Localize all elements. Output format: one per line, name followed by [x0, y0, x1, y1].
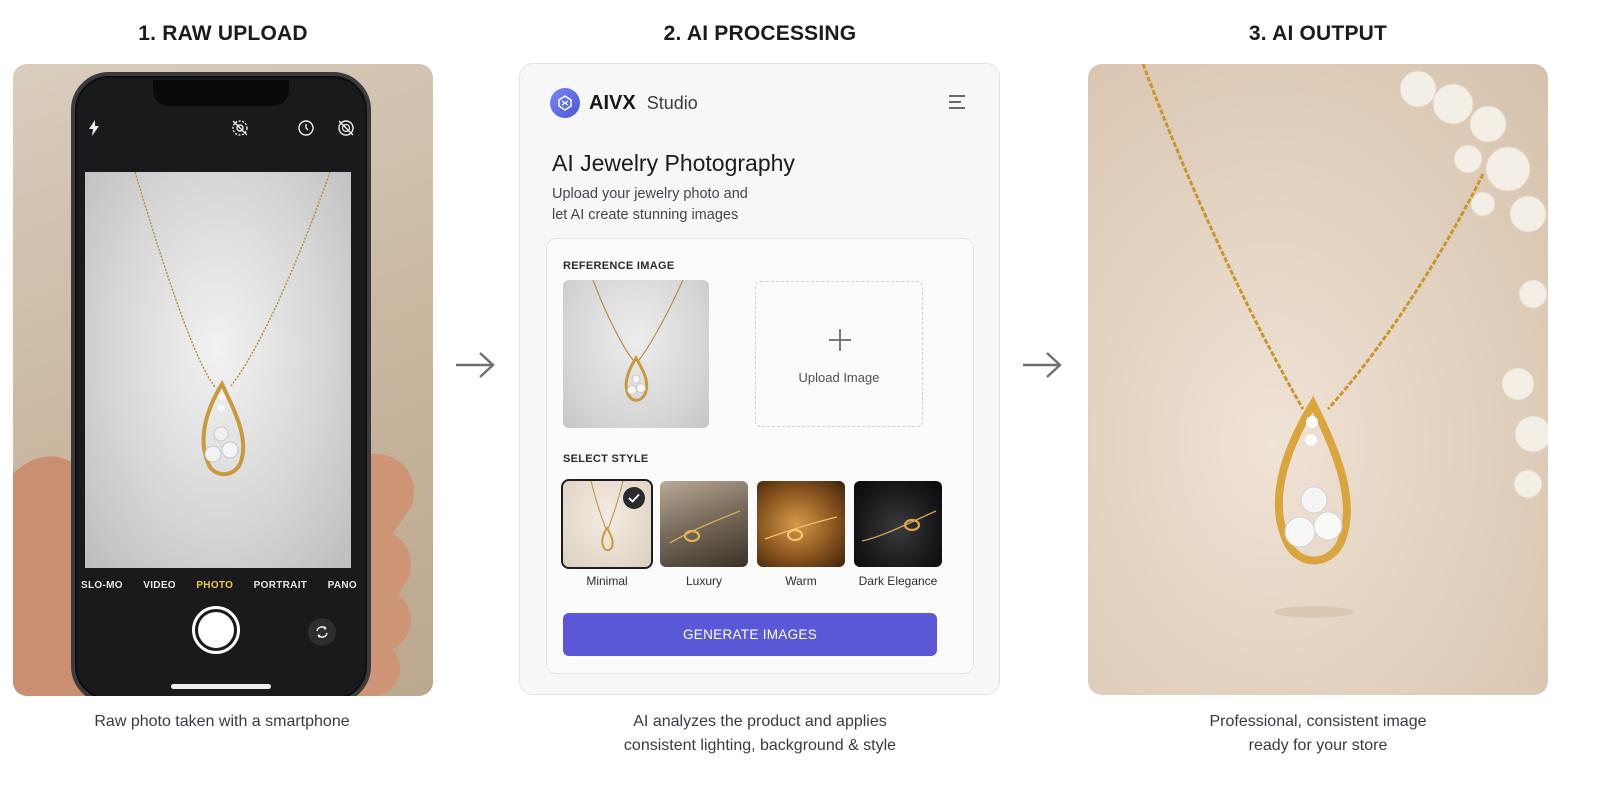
app-subtitle: Upload your jewelry photo and let AI cre…	[552, 184, 748, 226]
home-indicator	[171, 684, 271, 689]
flowers-decoration	[1399, 70, 1548, 499]
step-3-caption-line-2: ready for your store	[1248, 737, 1388, 754]
brand-sub: Studio	[646, 92, 698, 113]
plus-icon	[829, 329, 851, 351]
step-3-caption: Professional, consistent image ready for…	[1098, 710, 1538, 758]
arrow-right-icon	[456, 352, 495, 378]
reference-image-label: REFERENCE IMAGE	[563, 260, 675, 272]
style-thumb-warm	[757, 481, 845, 567]
step-3-caption-line-1: Professional, consistent image	[1209, 713, 1427, 730]
aivx-logo-icon	[550, 88, 580, 118]
phone-notch	[153, 80, 289, 106]
step-2-caption-line-1: AI analyzes the product and applies	[633, 713, 887, 730]
step-1-caption: Raw photo taken with a smartphone	[2, 710, 442, 734]
style-option-minimal[interactable]: Minimal	[561, 479, 653, 588]
mode-photo[interactable]: PHOTO	[196, 580, 233, 591]
style-options: Minimal Luxury Warm Dark Elegance	[561, 479, 942, 588]
upload-card: REFERENCE IMAGE Upload Image SELECT STYL…	[546, 238, 974, 674]
menu-icon[interactable]	[948, 94, 966, 110]
style-option-warm[interactable]: Warm	[757, 481, 845, 588]
reference-image-thumbnail[interactable]	[563, 280, 709, 428]
flip-camera-icon[interactable]	[308, 618, 336, 646]
app-title: AI Jewelry Photography	[552, 150, 795, 176]
step-2-caption: AI analyzes the product and applies cons…	[540, 710, 980, 758]
style-thumb-luxury	[660, 481, 748, 567]
mode-video[interactable]: VIDEO	[143, 580, 176, 591]
upload-image-label: Upload Image	[798, 370, 880, 385]
style-option-luxury[interactable]: Luxury	[660, 481, 748, 588]
workflow-page: 1. RAW UPLOAD 2. AI PROCESSING 3. AI OUT…	[0, 0, 1600, 794]
brand-name: AIVX	[589, 91, 636, 114]
style-label-luxury: Luxury	[685, 574, 723, 588]
step-2-caption-line-2: consistent lighting, background & style	[623, 737, 897, 754]
timer-icon[interactable]	[297, 119, 315, 137]
selected-check-icon	[623, 487, 645, 509]
smartphone: SLO-MO VIDEO PHOTO PORTRAIT PANO	[71, 72, 371, 696]
app-panel: AIVX Studio AI Jewelry Photography Uploa…	[519, 63, 1000, 695]
mode-slo-mo[interactable]: SLO-MO	[81, 580, 123, 591]
style-label-dark-elegance: Dark Elegance	[858, 574, 938, 588]
style-thumb-dark-elegance	[854, 481, 942, 567]
step-1-title: 1. RAW UPLOAD	[138, 22, 308, 45]
style-option-dark-elegance[interactable]: Dark Elegance	[854, 481, 942, 588]
step-3-title: 3. AI OUTPUT	[1248, 22, 1388, 45]
necklace-raw-image	[134, 172, 331, 477]
filter-icon[interactable]	[337, 119, 355, 137]
live-photo-icon[interactable]	[231, 119, 249, 137]
style-thumb-minimal	[561, 479, 653, 569]
brand: AIVX Studio	[550, 88, 698, 118]
shutter-button[interactable]	[192, 606, 240, 654]
camera-top-bar	[85, 116, 355, 140]
upload-image-dropzone[interactable]: Upload Image	[755, 281, 923, 427]
camera-mode-bar: SLO-MO VIDEO PHOTO PORTRAIT PANO	[81, 580, 357, 591]
style-label-warm: Warm	[785, 574, 817, 588]
flash-icon[interactable]	[85, 119, 103, 137]
app-subtitle-line-1: Upload your jewelry photo and	[552, 186, 748, 202]
select-style-label: SELECT STYLE	[563, 453, 649, 465]
step-1-caption-line-1: Raw photo taken with a smartphone	[94, 713, 350, 730]
mode-pano[interactable]: PANO	[328, 580, 357, 591]
mode-portrait[interactable]: PORTRAIT	[254, 580, 308, 591]
step-2-title: 2. AI PROCESSING	[663, 22, 857, 45]
raw-photo-panel: SLO-MO VIDEO PHOTO PORTRAIT PANO	[13, 64, 433, 696]
camera-viewfinder	[85, 172, 351, 568]
necklace-output-image	[1141, 64, 1548, 618]
app-subtitle-line-2: let AI create stunning images	[552, 207, 739, 223]
arrow-right-icon	[1023, 352, 1062, 378]
generate-images-button[interactable]: GENERATE IMAGES	[563, 613, 937, 656]
style-label-minimal: Minimal	[586, 574, 628, 588]
ai-output-panel	[1088, 64, 1548, 695]
